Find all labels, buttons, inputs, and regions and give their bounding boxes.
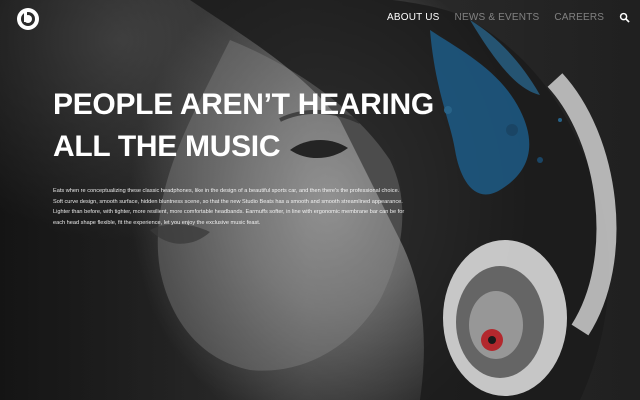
nav-link-news-events[interactable]: NEWS & EVENTS bbox=[455, 12, 540, 23]
search-icon[interactable] bbox=[619, 12, 630, 23]
nav-link-careers[interactable]: CAREERS bbox=[554, 12, 604, 23]
beats-logo[interactable] bbox=[16, 7, 40, 31]
hero-headline-line1: PEOPLE AREN’T HEARING bbox=[53, 88, 434, 121]
hero-section: ABOUT US NEWS & EVENTS CAREERS PEOPLE AR… bbox=[0, 0, 640, 400]
headphone-earcup bbox=[443, 240, 567, 396]
hero-description: Eats when re conceptualizing these class… bbox=[53, 188, 405, 226]
hero-headline-line2: ALL THE MUSIC bbox=[53, 130, 281, 163]
hero-headline: PEOPLE AREN’T HEARING ALL THE MUSIC bbox=[53, 84, 434, 168]
hero-content: PEOPLE AREN’T HEARING ALL THE MUSIC Eats… bbox=[53, 84, 434, 228]
nav-link-about-us[interactable]: ABOUT US bbox=[387, 12, 440, 23]
top-navigation: ABOUT US NEWS & EVENTS CAREERS bbox=[387, 12, 640, 23]
